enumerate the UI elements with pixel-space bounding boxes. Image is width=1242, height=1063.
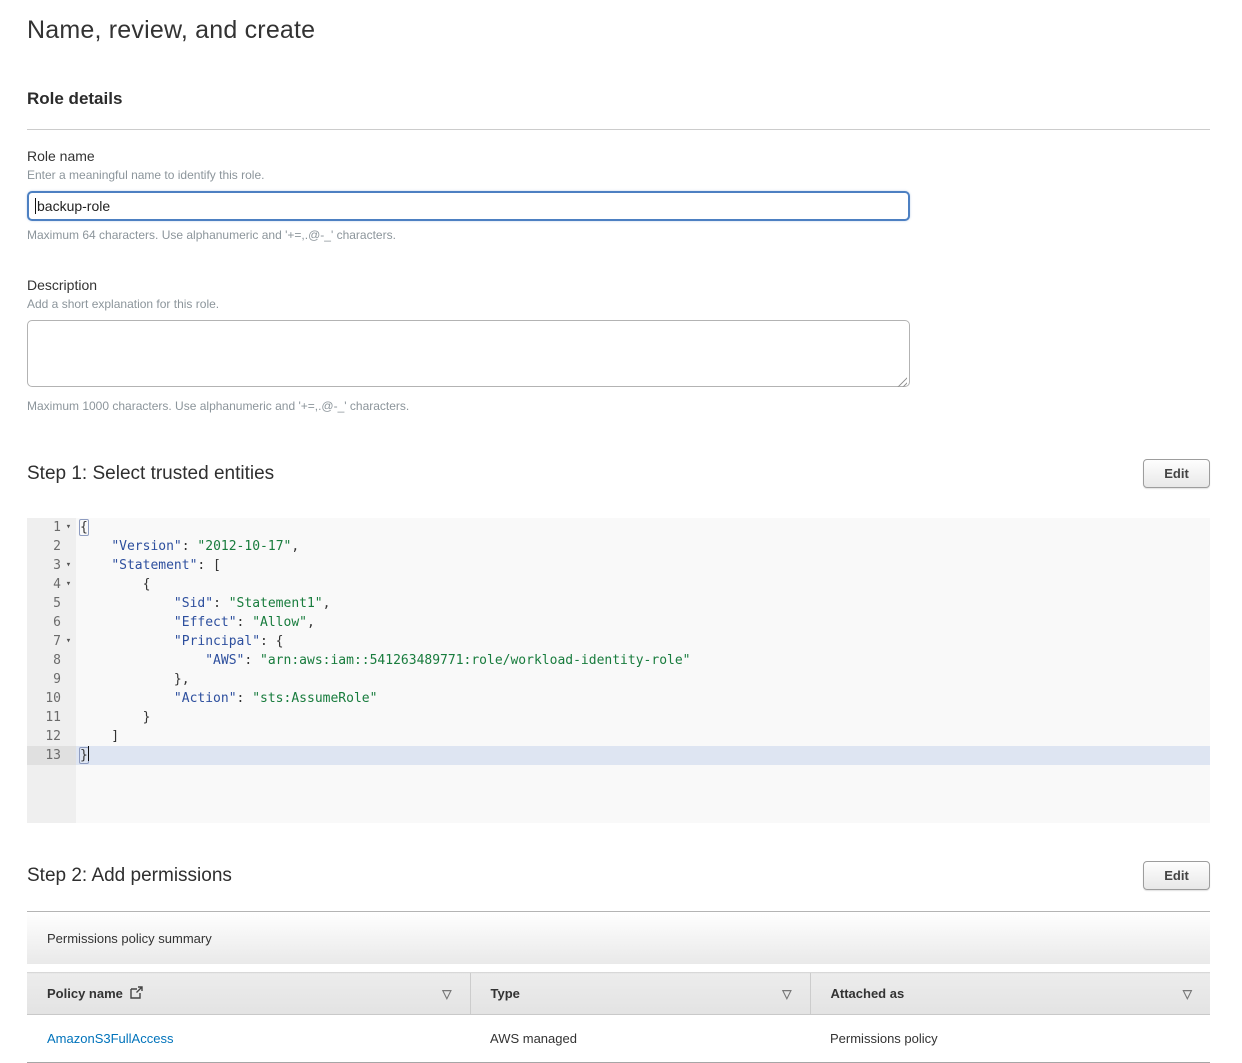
role-details-heading: Role details — [27, 89, 1210, 109]
editor-gutter: 1▾23▾4▾567▾8910111213 — [27, 518, 76, 823]
role-name-constraint: Maximum 64 characters. Use alphanumeric … — [27, 228, 1210, 242]
step2-heading: Step 2: Add permissions — [27, 865, 232, 887]
code-line: ] — [76, 727, 1210, 746]
line-number: 9 — [27, 670, 76, 689]
column-header-attached-as: Attached as ▽ — [810, 973, 1210, 1015]
line-number: 4▾ — [27, 575, 76, 594]
permissions-table: Policy name ▽ Type ▽ — [27, 972, 1210, 1063]
code-line: "Action": "sts:AssumeRole" — [76, 689, 1210, 708]
policy-attached-as-cell: Permissions policy — [810, 1015, 1210, 1063]
sort-dropdown-icon[interactable]: ▽ — [782, 988, 791, 1000]
line-number: 1▾ — [27, 518, 76, 537]
external-link-icon — [130, 986, 143, 1002]
page-title: Name, review, and create — [27, 16, 1210, 45]
table-row: AmazonS3FullAccess AWS managed Permissio… — [27, 1015, 1210, 1063]
line-number: 7▾ — [27, 632, 76, 651]
line-number: 3▾ — [27, 556, 76, 575]
line-number: 13 — [27, 746, 76, 765]
section-divider — [27, 129, 1210, 130]
line-number: 8 — [27, 651, 76, 670]
line-number: 10 — [27, 689, 76, 708]
fold-arrow-icon[interactable]: ▾ — [61, 518, 76, 537]
sort-dropdown-icon[interactable]: ▽ — [442, 988, 451, 1000]
code-line: } — [76, 746, 1210, 765]
line-number: 11 — [27, 708, 76, 727]
column-header-policy-name: Policy name ▽ — [27, 973, 470, 1015]
fold-arrow-icon[interactable]: ▾ — [61, 575, 76, 594]
column-header-type: Type ▽ — [470, 973, 810, 1015]
description-constraint: Maximum 1000 characters. Use alphanumeri… — [27, 399, 1210, 413]
description-hint: Add a short explanation for this role. — [27, 297, 1210, 311]
line-number: 6 — [27, 613, 76, 632]
role-name-input[interactable] — [27, 191, 910, 221]
code-line: { — [76, 575, 1210, 594]
role-name-hint: Enter a meaningful name to identify this… — [27, 168, 1210, 182]
code-line: "Version": "2012-10-17", — [76, 537, 1210, 556]
step1-edit-button[interactable]: Edit — [1143, 459, 1210, 488]
description-label: Description — [27, 277, 1210, 293]
code-line: "Statement": [ — [76, 556, 1210, 575]
resize-grip-icon[interactable] — [896, 376, 907, 387]
policy-type-cell: AWS managed — [470, 1015, 810, 1063]
line-number: 5 — [27, 594, 76, 613]
description-textarea[interactable] — [27, 320, 910, 387]
text-caret — [35, 198, 36, 214]
code-line: "Sid": "Statement1", — [76, 594, 1210, 613]
description-field: Description Add a short explanation for … — [27, 277, 1210, 413]
step2-edit-button[interactable]: Edit — [1143, 861, 1210, 890]
step1-heading: Step 1: Select trusted entities — [27, 463, 274, 485]
role-name-field: Role name Enter a meaningful name to ide… — [27, 148, 1210, 242]
line-number: 2 — [27, 537, 76, 556]
permissions-summary-title: Permissions policy summary — [47, 931, 212, 946]
permissions-summary-header: Permissions policy summary — [27, 912, 1210, 964]
trust-policy-editor[interactable]: 1▾23▾4▾567▾8910111213 { "Version": "2012… — [27, 518, 1210, 823]
role-name-label: Role name — [27, 148, 1210, 164]
code-line: "Effect": "Allow", — [76, 613, 1210, 632]
editor-code: { "Version": "2012-10-17", "Statement": … — [76, 518, 1210, 823]
fold-arrow-icon[interactable]: ▾ — [61, 632, 76, 651]
code-line: "Principal": { — [76, 632, 1210, 651]
name-review-create-page: Name, review, and create Role details Ro… — [0, 0, 1242, 1063]
sort-dropdown-icon[interactable]: ▽ — [1183, 988, 1192, 1000]
line-number: 12 — [27, 727, 76, 746]
policy-name-link[interactable]: AmazonS3FullAccess — [47, 1031, 173, 1046]
code-line: "AWS": "arn:aws:iam::541263489771:role/w… — [76, 651, 1210, 670]
code-line: } — [76, 708, 1210, 727]
code-line: }, — [76, 670, 1210, 689]
fold-arrow-icon[interactable]: ▾ — [61, 556, 76, 575]
code-line: { — [76, 518, 1210, 537]
editor-cursor — [88, 746, 89, 761]
